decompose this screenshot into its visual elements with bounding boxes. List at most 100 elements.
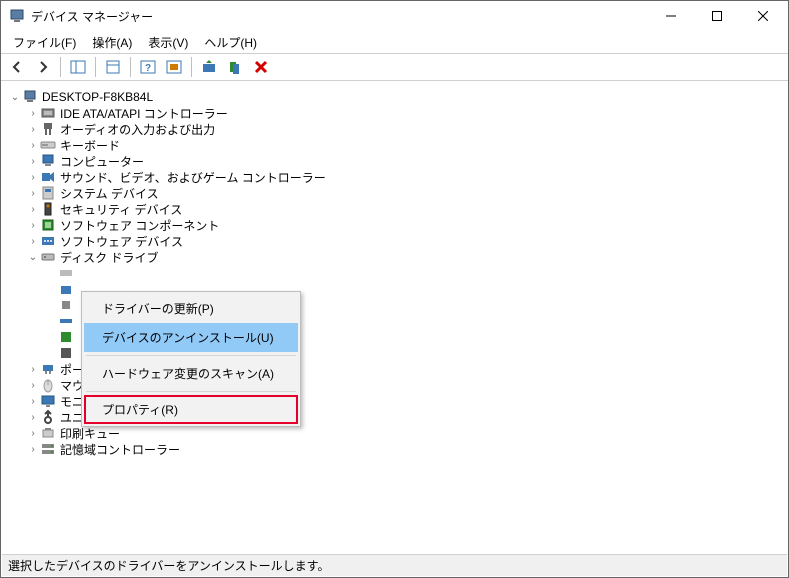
device-icon — [58, 281, 74, 297]
maximize-button[interactable] — [694, 1, 740, 31]
toolbar-separator — [60, 57, 61, 77]
window-controls — [648, 1, 786, 31]
tree-category-node[interactable]: › オーディオの入力および出力 — [26, 121, 787, 137]
tree-root-node[interactable]: ⌄ DESKTOP-F8KB84L — [8, 89, 787, 105]
tree-category-label: ディスク ドライブ — [60, 249, 159, 266]
forward-button[interactable] — [31, 55, 55, 79]
tree-category-label: ソフトウェア コンポーネント — [60, 217, 219, 234]
close-button[interactable] — [740, 1, 786, 31]
tree-spacer — [44, 298, 58, 312]
uninstall-device-button[interactable] — [223, 55, 247, 79]
chevron-right-icon[interactable]: › — [26, 442, 40, 456]
toolbar-separator — [130, 57, 131, 77]
show-hide-tree-button[interactable] — [66, 55, 90, 79]
tree-spacer — [44, 266, 58, 280]
device-category-icon — [40, 249, 56, 265]
tree-category-node[interactable]: › システム デバイス — [26, 185, 787, 201]
tree-category-node[interactable]: ⌄ ディスク ドライブ — [26, 249, 787, 265]
chevron-right-icon[interactable]: › — [26, 138, 40, 152]
context-menu: ドライバーの更新(P) デバイスのアンインストール(U) ハードウェア変更のスキ… — [81, 291, 301, 427]
device-icon — [58, 265, 74, 281]
device-category-icon — [40, 361, 56, 377]
tree-category-node[interactable]: › キーボード — [26, 137, 787, 153]
back-button[interactable] — [5, 55, 29, 79]
device-icon — [58, 329, 74, 345]
device-category-icon — [40, 121, 56, 137]
device-category-icon — [40, 105, 56, 121]
minimize-button[interactable] — [648, 1, 694, 31]
device-category-icon — [40, 409, 56, 425]
ctx-update-driver[interactable]: ドライバーの更新(P) — [84, 294, 298, 323]
chevron-right-icon[interactable]: › — [26, 234, 40, 248]
chevron-right-icon[interactable]: › — [26, 186, 40, 200]
menu-help[interactable]: ヘルプ(H) — [196, 32, 265, 53]
tree-category-label: ソフトウェア デバイス — [60, 233, 183, 250]
chevron-right-icon[interactable]: › — [26, 170, 40, 184]
device-category-icon — [40, 137, 56, 153]
chevron-right-icon[interactable]: › — [26, 394, 40, 408]
tree-category-node[interactable]: › 記憶域コントローラー — [26, 441, 787, 457]
tree-category-label: オーディオの入力および出力 — [60, 121, 215, 138]
chevron-right-icon[interactable]: › — [26, 154, 40, 168]
tree-category-node[interactable]: › ソフトウェア コンポーネント — [26, 217, 787, 233]
device-category-icon — [40, 233, 56, 249]
update-driver-button[interactable] — [197, 55, 221, 79]
tree-category-node[interactable]: › コンピューター — [26, 153, 787, 169]
toolbar-separator — [95, 57, 96, 77]
ctx-scan-hardware[interactable]: ハードウェア変更のスキャン(A) — [84, 359, 298, 388]
tree-category-node[interactable]: › IDE ATA/ATAPI コントローラー — [26, 105, 787, 121]
tree-root-label: DESKTOP-F8KB84L — [42, 90, 153, 104]
tree-category-label: サウンド、ビデオ、およびゲーム コントローラー — [60, 169, 326, 186]
device-category-icon — [40, 185, 56, 201]
scan-hardware-button[interactable] — [162, 55, 186, 79]
tree-category-node[interactable]: › サウンド、ビデオ、およびゲーム コントローラー — [26, 169, 787, 185]
app-icon — [9, 8, 25, 24]
device-category-icon — [40, 201, 56, 217]
svg-text:?: ? — [145, 63, 151, 74]
device-icon — [58, 297, 74, 313]
ctx-properties[interactable]: プロパティ(R) — [84, 395, 298, 424]
chevron-right-icon[interactable]: › — [26, 106, 40, 120]
chevron-right-icon[interactable]: › — [26, 362, 40, 376]
ctx-separator — [86, 355, 296, 356]
tree-category-node[interactable]: › セキュリティ デバイス — [26, 201, 787, 217]
menu-view[interactable]: 表示(V) — [140, 32, 196, 53]
tree-spacer — [44, 282, 58, 296]
tree-category-label: キーボード — [60, 137, 120, 154]
chevron-right-icon[interactable]: › — [26, 426, 40, 440]
properties-button[interactable] — [101, 55, 125, 79]
chevron-right-icon[interactable]: › — [26, 218, 40, 232]
device-icon — [58, 345, 74, 361]
tree-category-label: セキュリティ デバイス — [60, 201, 182, 218]
menu-file[interactable]: ファイル(F) — [5, 32, 84, 53]
delete-button[interactable] — [249, 55, 273, 79]
chevron-down-icon[interactable]: ⌄ — [26, 250, 40, 264]
chevron-right-icon[interactable]: › — [26, 122, 40, 136]
statusbar: 選択したデバイスのドライバーをアンインストールします。 — [2, 554, 787, 576]
tree-spacer — [44, 346, 58, 360]
device-category-icon — [40, 217, 56, 233]
ctx-uninstall-device[interactable]: デバイスのアンインストール(U) — [84, 323, 298, 352]
device-category-icon — [40, 425, 56, 441]
tree-category-label: システム デバイス — [60, 185, 159, 202]
tree-category-node[interactable]: › 印刷キュー — [26, 425, 787, 441]
tree-category-label: コンピューター — [60, 153, 144, 170]
tree-category-label: 記憶域コントローラー — [60, 441, 180, 458]
tree-device-node[interactable] — [44, 265, 787, 281]
toolbar: ? — [1, 53, 788, 81]
computer-icon — [22, 89, 38, 105]
tree-category-label: 印刷キュー — [60, 425, 120, 442]
help-button[interactable]: ? — [136, 55, 160, 79]
tree-category-label: IDE ATA/ATAPI コントローラー — [60, 105, 228, 122]
chevron-right-icon[interactable]: › — [26, 202, 40, 216]
tree-category-node[interactable]: › ソフトウェア デバイス — [26, 233, 787, 249]
chevron-down-icon[interactable]: ⌄ — [8, 90, 22, 104]
device-category-icon — [40, 377, 56, 393]
chevron-right-icon[interactable]: › — [26, 378, 40, 392]
menubar: ファイル(F) 操作(A) 表示(V) ヘルプ(H) — [1, 31, 788, 53]
device-category-icon — [40, 153, 56, 169]
device-icon — [58, 313, 74, 329]
menu-action[interactable]: 操作(A) — [84, 32, 140, 53]
status-text: 選択したデバイスのドライバーをアンインストールします。 — [8, 557, 329, 574]
chevron-right-icon[interactable]: › — [26, 410, 40, 424]
